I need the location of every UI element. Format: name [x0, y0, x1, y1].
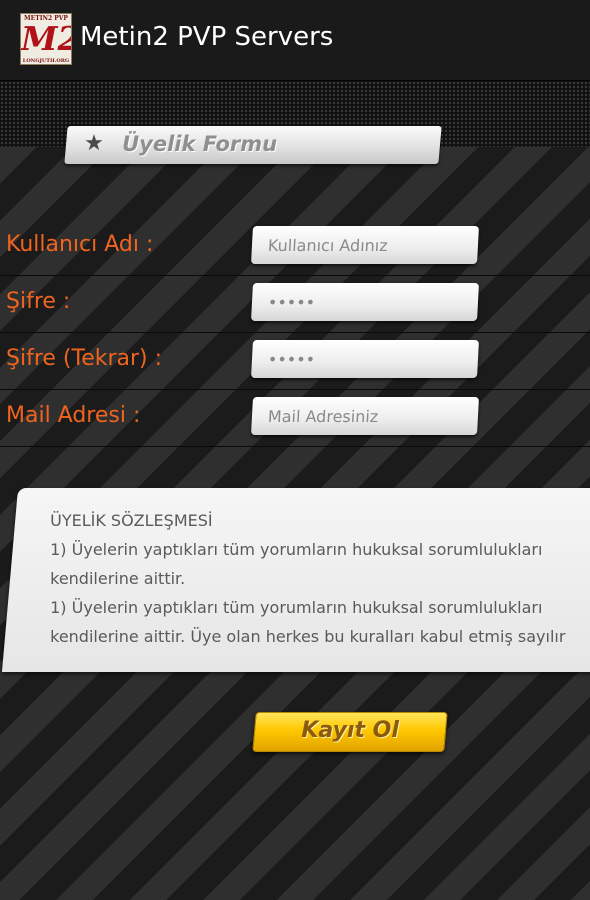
- username-input[interactable]: [251, 226, 479, 264]
- password-input[interactable]: [251, 283, 479, 321]
- agreement-title: ÜYELİK SÖZLEŞMESİ: [50, 511, 213, 530]
- agreement-panel[interactable]: ÜYELİK SÖZLEŞMESİ 1) Üyelerin yaptıkları…: [1, 488, 590, 672]
- register-button-label: Kayıt Ol: [301, 718, 399, 743]
- password-repeat-label: Şifre (Tekrar) :: [6, 346, 163, 371]
- email-input[interactable]: [251, 397, 479, 435]
- app-title: Metin2 PVP Servers: [80, 22, 334, 52]
- form-row-password-repeat: Şifre (Tekrar) :: [0, 332, 590, 390]
- logo-bottom-text: LONGJUTH.ORG: [22, 58, 70, 64]
- logo-letters: M2: [21, 19, 71, 58]
- section-header: ★ Üyelik Formu: [64, 126, 442, 164]
- form-row-email: Mail Adresi :: [0, 389, 590, 447]
- password-repeat-input[interactable]: [251, 340, 479, 378]
- form-row-username: Kullanıcı Adı :: [0, 218, 590, 276]
- form-row-password: Şifre :: [0, 275, 590, 333]
- agreement-text: ÜYELİK SÖZLEŞMESİ 1) Üyelerin yaptıkları…: [50, 506, 570, 651]
- app-logo-icon[interactable]: METIN2 PVP M2 LONGJUTH.ORG: [20, 13, 72, 65]
- username-label: Kullanıcı Adı :: [6, 232, 154, 257]
- email-label: Mail Adresi :: [6, 403, 141, 428]
- agreement-line: 1) Üyelerin yaptıkları tüm yorumların hu…: [50, 540, 543, 588]
- password-label: Şifre :: [6, 289, 71, 314]
- register-button[interactable]: Kayıt Ol: [252, 712, 448, 752]
- agreement-line: 1) Üyelerin yaptıkları tüm yorumların hu…: [50, 598, 566, 646]
- star-icon: ★: [84, 131, 104, 156]
- app-bar: METIN2 PVP M2 LONGJUTH.ORG Metin2 PVP Se…: [0, 0, 590, 81]
- section-title: Üyelik Formu: [122, 132, 278, 156]
